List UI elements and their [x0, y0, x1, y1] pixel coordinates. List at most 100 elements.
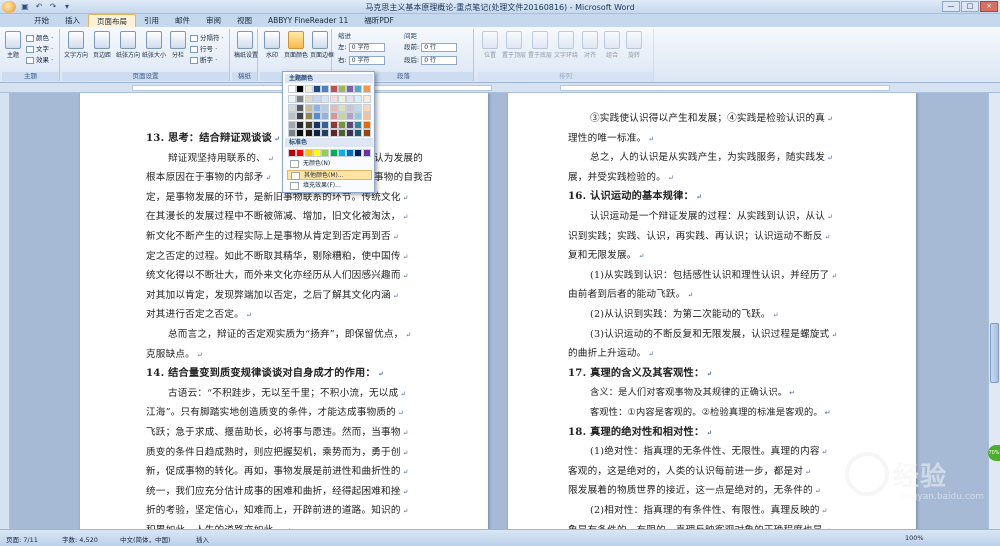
- send-to-back-button[interactable]: 置于底层: [528, 31, 552, 59]
- document-line[interactable]: 对其加以肯定，发现弊端加以否定，之后了解其文化内涵 ↵: [146, 286, 399, 307]
- position-button[interactable]: 位置: [480, 31, 500, 59]
- standard-color-swatch[interactable]: [296, 149, 305, 157]
- color-swatch[interactable]: [354, 120, 363, 129]
- color-swatch[interactable]: [288, 85, 296, 93]
- document-line[interactable]: 复和无限发展。 ↵: [568, 246, 645, 267]
- color-swatch[interactable]: [296, 85, 305, 93]
- color-swatch[interactable]: [321, 103, 330, 112]
- color-swatch[interactable]: [304, 112, 313, 121]
- document-line[interactable]: 象是有条件的，有限的。真理反映客观对象的正确程度也是↵: [568, 521, 831, 529]
- save-icon[interactable]: ▣: [20, 2, 30, 12]
- redo-icon[interactable]: ↷: [48, 2, 58, 12]
- color-swatch[interactable]: [312, 129, 321, 137]
- color-swatch[interactable]: [337, 129, 346, 137]
- document-line[interactable]: 质变的条件日趋成熟时，则应把握契机，乘势而为，勇于创 ↵: [146, 443, 409, 464]
- color-swatch[interactable]: [346, 120, 355, 129]
- document-line[interactable]: (1)从实践到认识：包括感性认识和理性认识，并经历了 ↵: [590, 266, 838, 287]
- text-direction-button[interactable]: 文字方向: [64, 31, 88, 59]
- color-swatch[interactable]: [288, 120, 296, 129]
- spacing-before-spinner[interactable]: 段前: 0 行: [404, 41, 458, 52]
- indent-left-field[interactable]: 0 字符: [348, 42, 385, 52]
- color-swatch[interactable]: [329, 95, 338, 104]
- color-swatch[interactable]: [329, 129, 338, 137]
- color-swatch[interactable]: [362, 95, 371, 104]
- language[interactable]: 中文(简体，中国): [120, 534, 171, 544]
- document-heading[interactable]: 16. 认识运动的基本规律： ↵: [568, 187, 702, 207]
- undo-icon[interactable]: ↶: [34, 2, 44, 12]
- color-swatch[interactable]: [329, 112, 338, 121]
- color-swatch[interactable]: [337, 120, 346, 129]
- color-swatch[interactable]: [304, 129, 313, 137]
- color-swatch[interactable]: [321, 95, 330, 104]
- document-heading[interactable]: 13. 思考：结合辩证观谈谈 ↵: [146, 129, 280, 149]
- color-swatch[interactable]: [304, 103, 313, 112]
- color-swatch[interactable]: [354, 112, 363, 121]
- align-button[interactable]: 对齐: [580, 31, 600, 59]
- rotate-button[interactable]: 旋转: [624, 31, 644, 59]
- zoom-level[interactable]: 100%: [905, 534, 924, 542]
- color-swatch[interactable]: [337, 85, 346, 93]
- document-line[interactable]: 认识运动是一个辩证发展的过程：从实践到认识，从认 ↵: [590, 207, 833, 228]
- document-line[interactable]: (3)认识运动的不断反复和无限发展，认识过程是螺旋式 ↵: [590, 325, 838, 346]
- watermark-button[interactable]: 水印: [262, 31, 282, 59]
- color-swatch[interactable]: [362, 103, 371, 112]
- standard-color-swatch[interactable]: [288, 149, 296, 157]
- document-line[interactable]: 的曲折上升运动。 ↵: [568, 344, 654, 365]
- tab-references[interactable]: 引用: [136, 14, 167, 27]
- color-swatch[interactable]: [288, 129, 296, 137]
- color-swatch[interactable]: [346, 112, 355, 121]
- color-swatch[interactable]: [312, 120, 321, 129]
- paper-size-button[interactable]: 纸张大小: [142, 31, 166, 59]
- spacing-before-field[interactable]: 0 行: [421, 42, 458, 52]
- document-line[interactable]: 江海”。只有脚踏实地创造质变的条件，才能达成事物质的 ↵: [146, 403, 404, 424]
- theme-effects-button[interactable]: 效果 ·: [26, 54, 53, 64]
- document-line[interactable]: 飞跃；急于求成、揠苗助长，必将事与愿违。然而，当事物 ↵: [146, 423, 409, 444]
- side-badge[interactable]: 70%: [988, 445, 1000, 461]
- horizontal-ruler[interactable]: [0, 83, 1000, 93]
- document-line[interactable]: 根本原因在于事物的内部矛 事物的自我否 ↵: [146, 168, 433, 189]
- close-button[interactable]: ×: [980, 1, 998, 12]
- color-swatch[interactable]: [312, 95, 321, 104]
- office-button[interactable]: [2, 1, 16, 13]
- color-swatch[interactable]: [354, 129, 363, 137]
- color-swatch[interactable]: [346, 103, 355, 112]
- group-button[interactable]: 组合: [602, 31, 622, 59]
- color-swatch[interactable]: [304, 120, 313, 129]
- color-swatch[interactable]: [329, 103, 338, 112]
- hyphenation-button[interactable]: 断字 ·: [190, 54, 217, 64]
- color-swatch[interactable]: [321, 85, 330, 93]
- document-line[interactable]: 克服缺点。 ↵: [146, 345, 203, 366]
- bring-to-front-button[interactable]: 置于顶层: [502, 31, 526, 59]
- standard-color-swatch[interactable]: [329, 149, 338, 157]
- tab-foxit-pdf[interactable]: 福昕PDF: [356, 14, 402, 27]
- color-swatch[interactable]: [312, 112, 321, 121]
- tab-insert[interactable]: 插入: [57, 14, 88, 27]
- color-swatch[interactable]: [296, 103, 305, 112]
- document-line[interactable]: 统一，我们应充分估计成事的困难和曲折，经得起困难和挫 ↵: [146, 482, 409, 503]
- color-swatch[interactable]: [362, 120, 371, 129]
- text-wrap-button[interactable]: 文字环绕: [554, 31, 578, 59]
- color-swatch[interactable]: [329, 85, 338, 93]
- document-heading[interactable]: 14. 结合量变到质变规律谈谈对自身成才的作用： ↵: [146, 364, 384, 384]
- tab-view[interactable]: 视图: [229, 14, 260, 27]
- color-swatch[interactable]: [362, 112, 371, 121]
- color-swatch[interactable]: [304, 95, 313, 104]
- columns-button[interactable]: 分栏: [168, 31, 188, 59]
- document-line[interactable]: 含义：是人们对客观事物及其规律的正确认识。 ↵: [590, 383, 795, 404]
- manuscript-settings-button[interactable]: 稿纸设置: [234, 31, 258, 59]
- document-line[interactable]: 理性的唯一标准。 ↵: [568, 129, 654, 150]
- standard-color-swatch[interactable]: [346, 149, 355, 157]
- spacing-after-spinner[interactable]: 段后: 0 行: [404, 54, 458, 65]
- document-line[interactable]: 在其漫长的发展过程中不断被筛减、增加，旧文化被淘汰， ↵: [146, 207, 409, 228]
- document-heading[interactable]: 18. 真理的绝对性和相对性： ↵: [568, 423, 712, 443]
- color-swatch[interactable]: [296, 129, 305, 137]
- standard-color-swatch[interactable]: [312, 149, 321, 157]
- document-area[interactable]: 13. 思考：结合辩证观谈谈 ↵ 辩证观坚持用联系的、 认为发展的 ↵ 根本原因在于事物的…: [10, 93, 988, 529]
- standard-color-swatch[interactable]: [362, 149, 371, 157]
- document-line[interactable]: 总之，人的认识是从实践产生，为实践服务，随实践发 ↵: [590, 148, 833, 169]
- document-heading[interactable]: 17. 真理的含义及其客观性： ↵: [568, 364, 712, 384]
- theme-fonts-button[interactable]: 文字 ·: [26, 43, 53, 53]
- page-color-button[interactable]: 页面颜色: [284, 31, 308, 59]
- color-swatch[interactable]: [346, 129, 355, 137]
- page-borders-button[interactable]: 页面边框: [310, 31, 334, 59]
